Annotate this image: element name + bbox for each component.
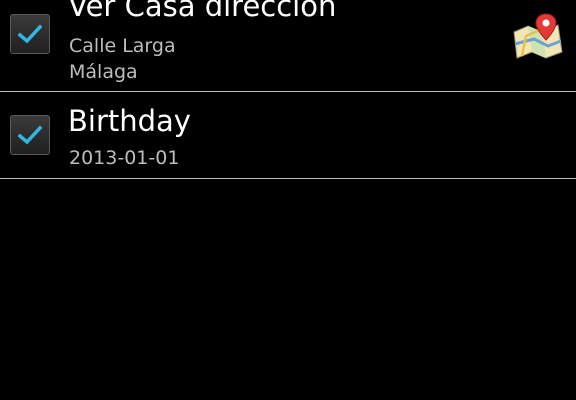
birthday-date: 2013-01-01	[69, 147, 180, 169]
list-item-address[interactable]: Ver Casa dirección Calle Larga Málaga	[0, 0, 576, 92]
contact-details-list: Ver Casa dirección Calle Larga Málaga Bi…	[0, 0, 576, 179]
map-icon[interactable]	[512, 12, 564, 60]
address-city: Málaga	[69, 61, 138, 83]
list-item-birthday[interactable]: Birthday 2013-01-01	[0, 92, 576, 179]
check-mark-icon	[18, 24, 42, 44]
check-mark-icon	[18, 125, 42, 145]
birthday-checkbox[interactable]	[10, 115, 50, 155]
address-checkbox[interactable]	[10, 14, 50, 54]
address-street: Calle Larga	[69, 35, 176, 57]
address-title: Ver Casa dirección	[68, 0, 337, 23]
birthday-title: Birthday	[68, 104, 191, 138]
